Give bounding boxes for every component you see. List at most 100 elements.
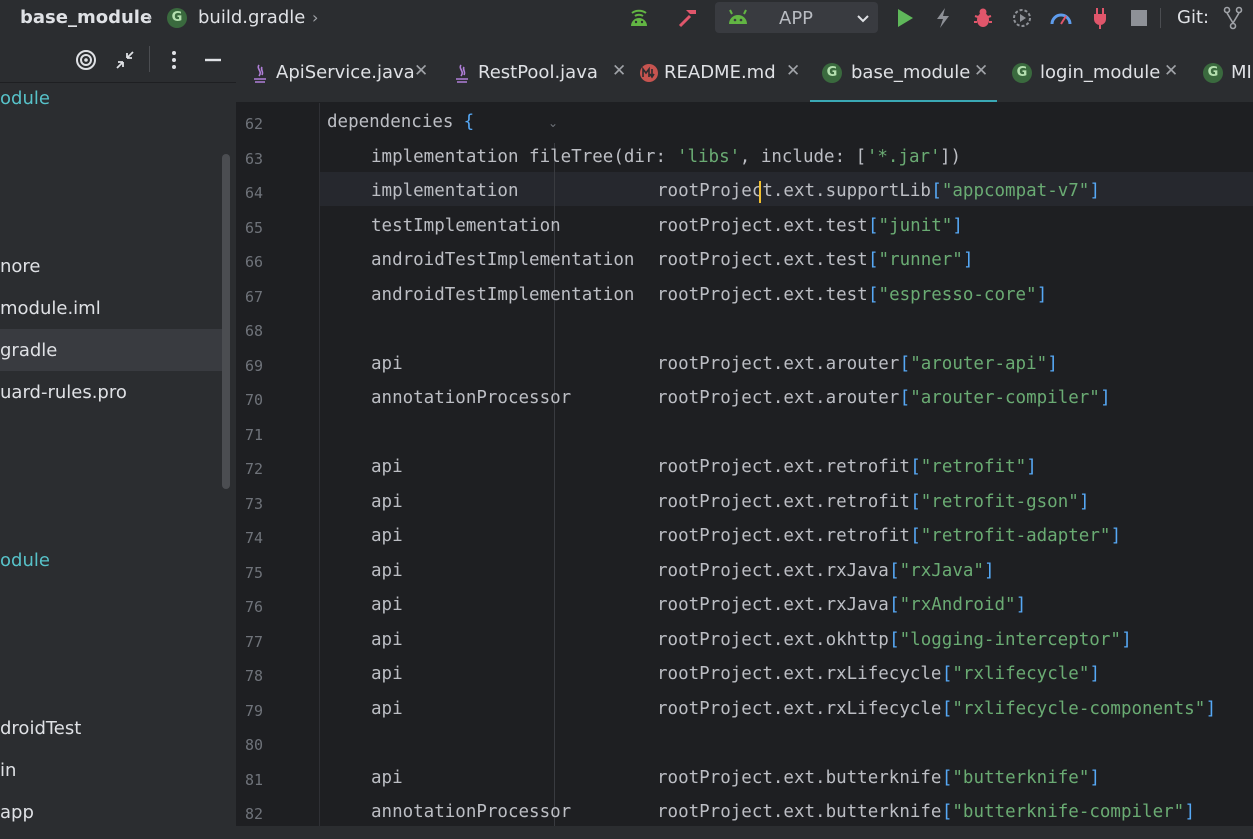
tab-login-module[interactable]: G login_module ✕ [1012, 58, 1187, 90]
code-string: "runner" [878, 250, 963, 270]
android-device-icon[interactable] [626, 6, 652, 30]
tree-item-iml[interactable]: module.iml [0, 298, 101, 319]
code-string: "arouter-api" [910, 353, 1048, 374]
panel-scrollbar[interactable] [222, 154, 230, 489]
tree-item-build-gradle[interactable]: gradle [0, 340, 57, 361]
code-bracket: [ [941, 802, 953, 822]
code-bracket: [ [889, 595, 900, 615]
indent-guide [554, 143, 555, 839]
code-string: "rxJava" [899, 560, 984, 581]
code-bracket: [ [910, 491, 921, 512]
code-reference: rootProject.ext.arouter [657, 353, 900, 374]
editor-bottom-strip [236, 826, 1253, 839]
code-bracket: ] [1100, 388, 1111, 408]
code-configuration: implementation [371, 181, 519, 201]
code-reference: rootProject.ext.supportLib [657, 181, 931, 201]
project-panel: odule nore module.iml gradle uard-rules.… [0, 36, 236, 839]
attach-debugger-icon[interactable] [1089, 6, 1111, 30]
line-number: 62 [245, 115, 264, 133]
more-options-icon[interactable] [168, 49, 180, 71]
code-reference: rootProject.ext.test [657, 215, 868, 236]
code-keyword: dependencies [327, 112, 454, 132]
code-editor[interactable]: 62 63 64 65 66 67 68 69 70 71 72 73 74 75 76 77 78 79 80 81… [236, 103, 1253, 839]
code-string: "rxAndroid" [899, 595, 1016, 615]
main-toolbar: › base_module › G build.gradle › APP [0, 0, 1253, 36]
tree-item-android-test[interactable]: droidTest [0, 718, 81, 739]
code-bracket: ] [984, 560, 995, 581]
tree-item-module[interactable]: odule [0, 550, 50, 571]
close-icon[interactable]: ✕ [974, 61, 988, 81]
line-number: 68 [245, 322, 264, 340]
code-bracket: ] [1036, 284, 1048, 305]
stop-icon[interactable] [1128, 6, 1150, 30]
line-number: 81 [245, 770, 264, 789]
tab-api-service[interactable]: ApiService.java ✕ [250, 58, 430, 90]
breadcrumb-module[interactable]: base_module [20, 7, 152, 28]
tree-item-main[interactable]: in [0, 760, 16, 781]
run-icon[interactable] [894, 6, 916, 30]
tree-item-gitignore[interactable]: nore [0, 256, 41, 277]
close-icon[interactable]: ✕ [612, 61, 626, 81]
line-number: 77 [245, 632, 264, 651]
breadcrumb-file[interactable]: build.gradle [198, 7, 305, 28]
text-caret [759, 181, 761, 203]
tab-label: RestPool.java [478, 62, 598, 83]
code-reference: rootProject.ext.okhttp [657, 629, 889, 650]
line-number: 73 [245, 494, 264, 513]
code-string: "retrofit" [920, 457, 1027, 477]
tab-readme[interactable]: README.md ✕ [638, 58, 808, 90]
run-config-selector[interactable]: APP [715, 2, 878, 33]
line-number: 65 [245, 218, 264, 237]
profiler-gauge-icon[interactable] [1048, 6, 1074, 30]
git-branch-icon[interactable] [1222, 6, 1244, 30]
build-hammer-icon[interactable] [676, 6, 700, 30]
line-number: 69 [245, 356, 264, 375]
code-bracket: ] [1089, 664, 1101, 684]
line-number: 79 [245, 701, 264, 720]
gradle-icon: G [1012, 63, 1032, 83]
chevron-down-icon [857, 15, 869, 23]
code-bracket: [ [889, 560, 900, 581]
code-bracket: ] [1079, 491, 1090, 512]
code-reference: rootProject.ext.rxJava [657, 560, 889, 581]
code-bracket: [ [868, 250, 879, 270]
code-configuration: api [371, 560, 403, 581]
code-bracket: [ [941, 698, 953, 719]
code-reference: rootProject.ext.retrofit [657, 526, 910, 546]
code-string: '*.jar' [866, 146, 941, 167]
code-bracket: [ [868, 215, 879, 236]
apply-changes-icon[interactable] [932, 6, 954, 30]
code-bracket: [ [899, 353, 911, 374]
fold-marker-icon[interactable]: ⌄ [548, 116, 558, 130]
code-bracket: [ [868, 284, 879, 305]
code-reference: rootProject.ext.butterknife [657, 802, 942, 822]
close-icon[interactable]: ✕ [414, 61, 428, 81]
gradle-icon: G [167, 8, 187, 28]
chevron-right-icon: › [312, 8, 319, 27]
code-string: "junit" [878, 215, 953, 236]
profile-icon[interactable] [1010, 6, 1034, 30]
locate-target-icon[interactable] [75, 49, 97, 71]
code-bracket: ] [1205, 698, 1217, 719]
close-icon[interactable]: ✕ [786, 61, 800, 81]
collapse-all-icon[interactable] [114, 49, 136, 71]
tree-item-module[interactable]: odule [0, 88, 50, 109]
code-string: "logging-interceptor" [899, 629, 1121, 650]
code-string: 'libs' [676, 146, 741, 167]
code-configuration: androidTestImplementation [371, 284, 635, 305]
gradle-icon: G [822, 63, 842, 83]
code-string: "espresso-core" [878, 284, 1037, 305]
editor-tabs: ApiService.java ✕ RestPool.java ✕ README… [236, 36, 1253, 103]
tree-item-app[interactable]: app [0, 802, 34, 823]
tab-rest-pool[interactable]: RestPool.java ✕ [452, 58, 627, 90]
code-bracket: ] [952, 215, 963, 236]
close-icon[interactable]: ✕ [1164, 61, 1178, 81]
tab-base-module[interactable]: G base_module ✕ [822, 58, 997, 90]
tree-item-proguard[interactable]: uard-rules.pro [0, 382, 127, 403]
hide-panel-icon[interactable] [203, 49, 223, 71]
debug-icon[interactable] [971, 6, 995, 30]
tab-ml[interactable]: G MI [1203, 58, 1253, 90]
code-configuration: api [371, 457, 403, 477]
line-number: 63 [245, 149, 264, 168]
code-configuration: api [371, 629, 403, 650]
